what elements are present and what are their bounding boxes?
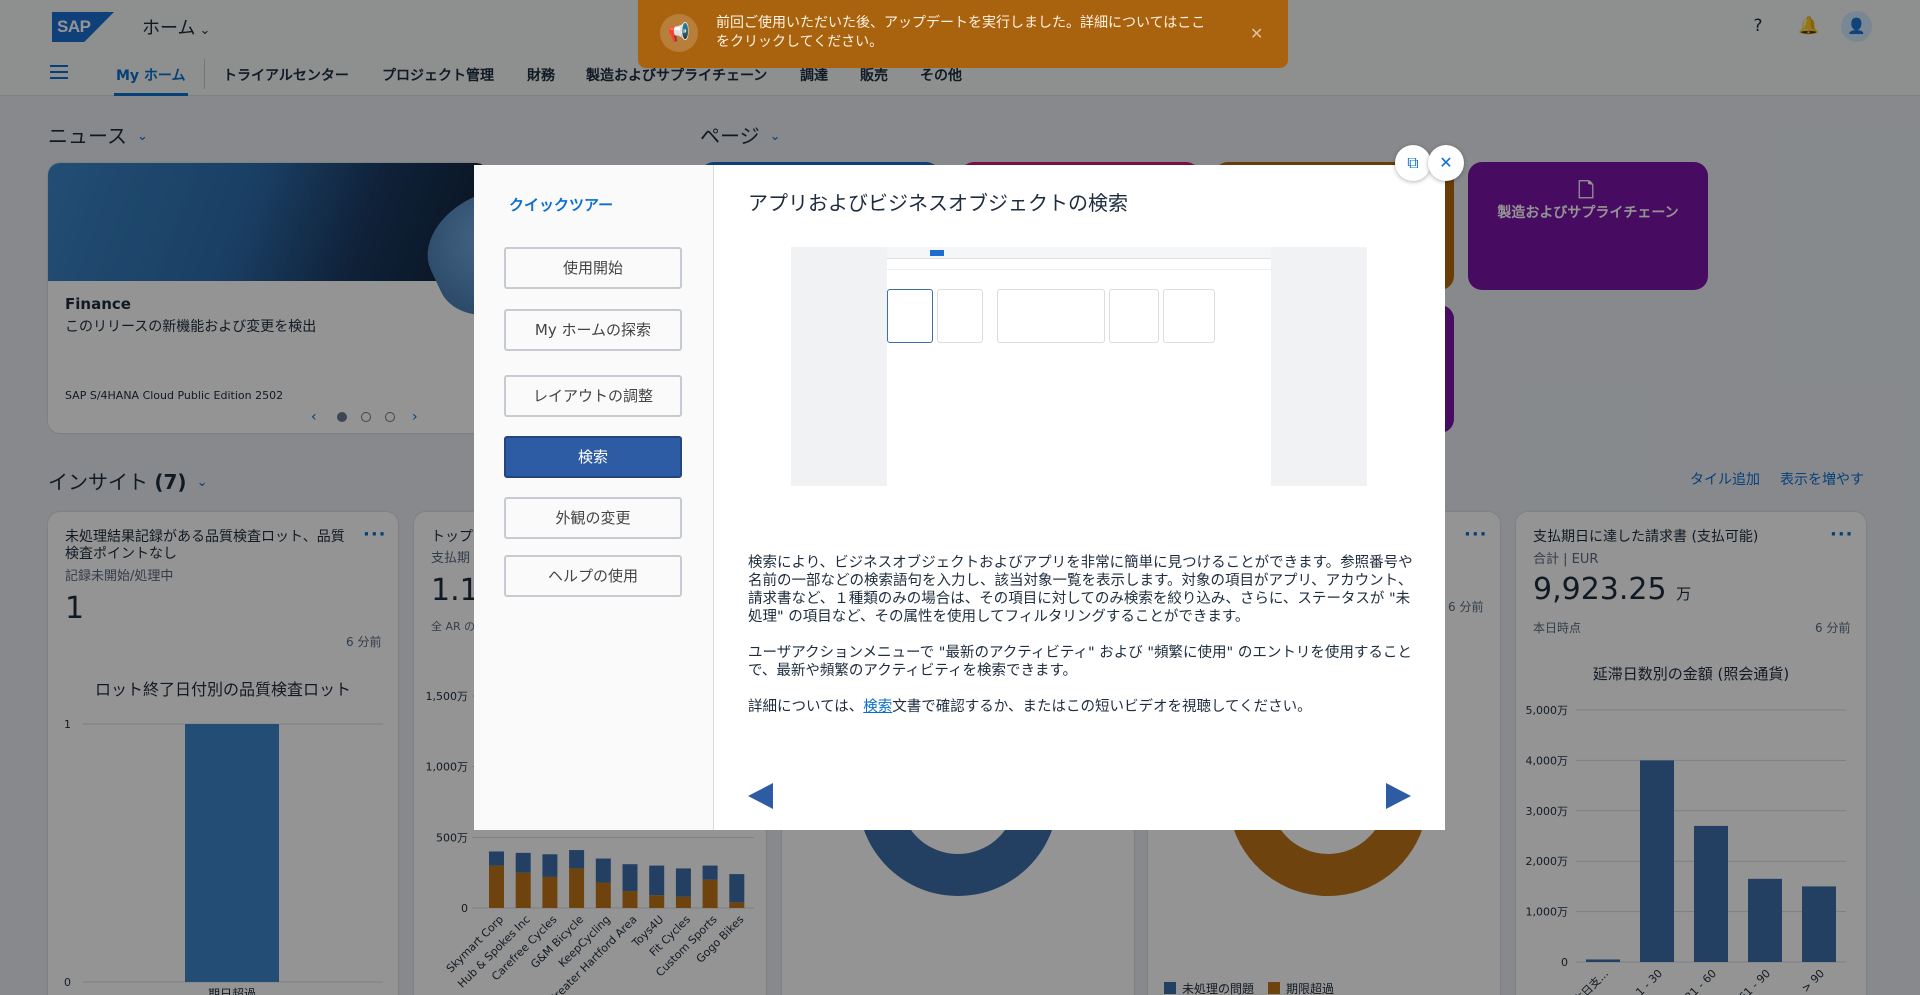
close-dialog-icon[interactable]: ✕ — [1428, 145, 1464, 181]
dialog-body: 検索により、ビジネスオブジェクトおよびアプリを非常に簡単に見つけることができます… — [748, 554, 1413, 734]
body-text: 詳細については、 — [748, 699, 864, 715]
search-doc-link[interactable]: 検索 — [863, 699, 892, 715]
quick-tour-dialog: クイックツアー 使用開始 My ホームの探索 レイアウトの調整 検索 外観の変更… — [474, 165, 1445, 830]
body-paragraph-1: 検索により、ビジネスオブジェクトおよびアプリを非常に簡単に見つけることができます… — [748, 555, 1413, 625]
tour-sidebar: クイックツアー 使用開始 My ホームの探索 レイアウトの調整 検索 外観の変更… — [474, 165, 714, 830]
body-paragraph-2: ユーザアクションメニューで "最新のアクティビティ" および "頻繁に使用" の… — [748, 645, 1412, 679]
dialog-title: アプリおよびビジネスオブジェクトの検索 — [748, 191, 1128, 215]
step-change-appearance[interactable]: 外観の変更 — [504, 497, 682, 539]
step-search[interactable]: 検索 — [504, 436, 682, 478]
step-explore-home[interactable]: My ホームの探索 — [504, 309, 682, 351]
step-use-help[interactable]: ヘルプの使用 — [504, 555, 682, 597]
body-paragraph-3: 詳細については、検索文書で確認するか、またはこの短いビデオを視聴してください。 — [748, 698, 1413, 716]
body-text: 文書で確認するか、またはこの短いビデオを視聴してください。 — [892, 699, 1312, 715]
tour-screenshot-image — [791, 247, 1367, 486]
update-toast[interactable]: 📢 前回ご使用いただいた後、アップデートを実行しました。詳細についてはここをクリ… — [638, 0, 1288, 68]
step-getting-started[interactable]: 使用開始 — [504, 247, 682, 289]
next-arrow-icon[interactable] — [1386, 783, 1411, 809]
step-adjust-layout[interactable]: レイアウトの調整 — [504, 375, 682, 417]
megaphone-icon: 📢 — [660, 14, 698, 52]
tour-sidebar-title: クイックツアー — [509, 196, 614, 214]
open-external-icon[interactable]: ⧉ — [1395, 145, 1431, 181]
previous-arrow-icon[interactable] — [748, 783, 773, 809]
close-icon[interactable]: ✕ — [1250, 24, 1263, 43]
toast-message[interactable]: 前回ご使用いただいた後、アップデートを実行しました。詳細についてはここをクリック… — [716, 14, 1216, 52]
